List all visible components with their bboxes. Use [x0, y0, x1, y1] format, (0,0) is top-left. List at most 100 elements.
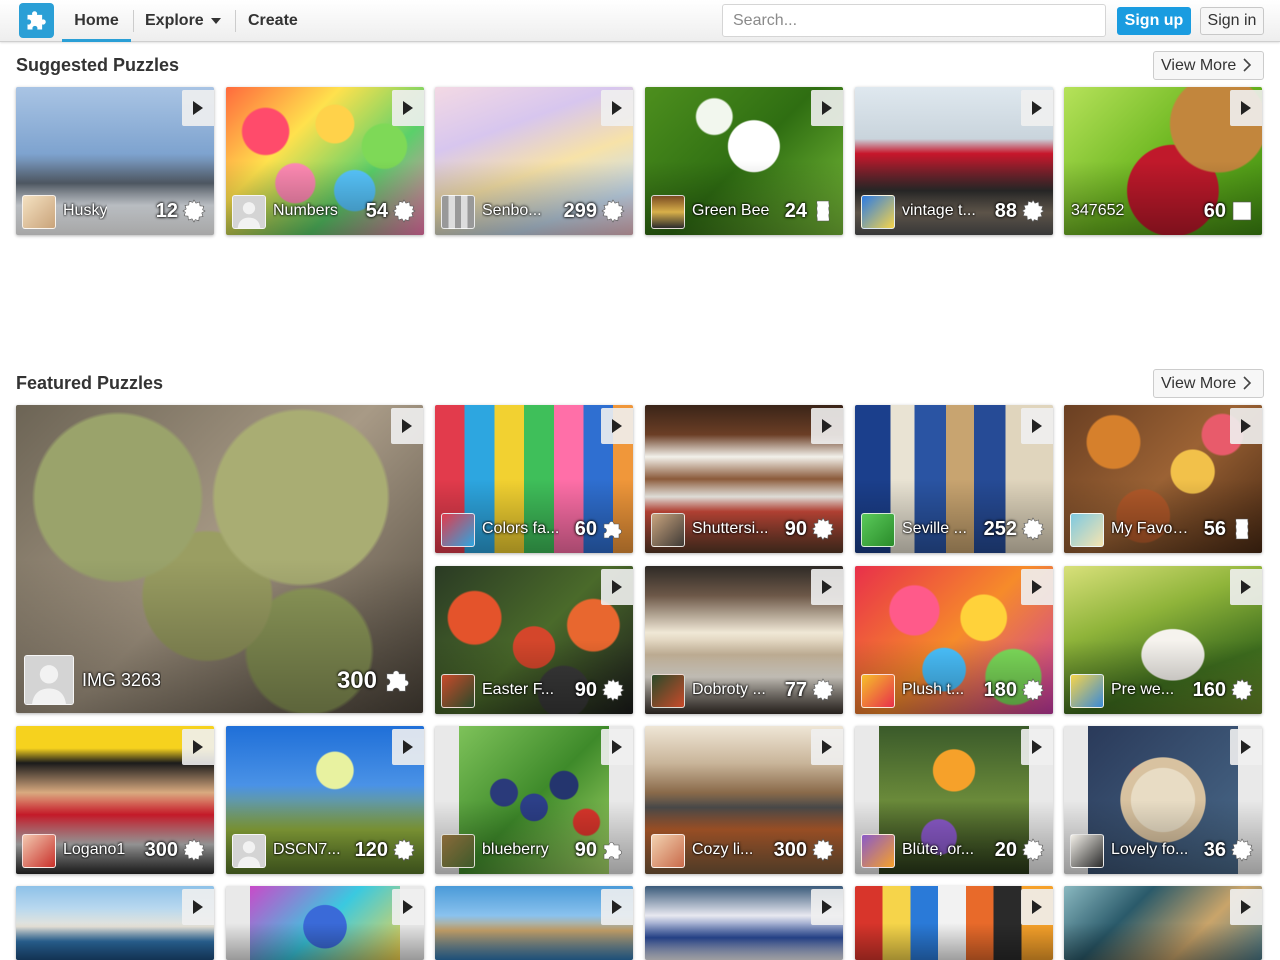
nav-home[interactable]: Home: [62, 0, 131, 42]
piece-piece-shape-icon: [601, 838, 625, 862]
tile-shade: [16, 923, 214, 960]
puzzle-title: Seville ...: [902, 520, 967, 537]
play-button[interactable]: [1021, 569, 1053, 605]
puzzle-tile[interactable]: 347652 60: [1064, 87, 1262, 235]
author-avatar[interactable]: [861, 674, 895, 708]
author-avatar[interactable]: [22, 834, 56, 868]
puzzle-tile[interactable]: Cozy li... 300: [645, 726, 843, 874]
puzzle-tile[interactable]: Logano1 300: [16, 726, 214, 874]
piece-count: 90: [574, 839, 597, 861]
play-button[interactable]: [1230, 889, 1262, 925]
author-avatar[interactable]: [1070, 513, 1104, 547]
play-button[interactable]: [392, 90, 424, 126]
play-button[interactable]: [1230, 90, 1262, 126]
puzzle-tile[interactable]: Colors fa... 60: [435, 405, 633, 553]
puzzle-tile[interactable]: [855, 886, 1053, 960]
piece-count: 299: [563, 200, 597, 222]
play-button[interactable]: [601, 889, 633, 925]
tile-shade: [645, 923, 843, 960]
puzzle-tile[interactable]: [16, 886, 214, 960]
nav-create[interactable]: Create: [248, 0, 298, 42]
signin-button[interactable]: Sign in: [1200, 7, 1264, 35]
play-button[interactable]: [1230, 729, 1262, 765]
play-button[interactable]: [392, 729, 424, 765]
author-avatar[interactable]: [861, 513, 895, 547]
signup-button[interactable]: Sign up: [1117, 7, 1191, 35]
tile-shade: [435, 923, 633, 960]
play-button[interactable]: [1230, 408, 1262, 444]
puzzle-tile[interactable]: [226, 886, 424, 960]
play-button[interactable]: [1021, 90, 1053, 126]
puzzle-tile[interactable]: Blüte, or... 20: [855, 726, 1053, 874]
gear-piece-shape-icon: [1230, 678, 1254, 702]
puzzle-tile[interactable]: My Favor... 56: [1064, 405, 1262, 553]
puzzle-tile[interactable]: Green Bee 24: [645, 87, 843, 235]
play-button[interactable]: [601, 569, 633, 605]
play-button[interactable]: [392, 889, 424, 925]
caret-down-icon: [210, 17, 221, 24]
site-logo[interactable]: [19, 3, 54, 38]
puzzle-tile[interactable]: Pre we... 160: [1064, 566, 1262, 714]
puzzle-title: Lovely fo...: [1111, 841, 1189, 858]
author-avatar[interactable]: [232, 834, 266, 868]
piece-count: 60: [574, 518, 597, 540]
play-button[interactable]: [1021, 408, 1053, 444]
play-icon: [822, 740, 832, 754]
nav-separator: [133, 10, 134, 32]
puzzle-tile[interactable]: [645, 886, 843, 960]
play-button[interactable]: [182, 729, 214, 765]
puzzle-tile[interactable]: Numbers 54: [226, 87, 424, 235]
gear-piece-shape-icon: [1021, 517, 1045, 541]
play-button[interactable]: [1230, 569, 1262, 605]
play-button[interactable]: [601, 90, 633, 126]
author-avatar[interactable]: [441, 674, 475, 708]
author-avatar[interactable]: [651, 834, 685, 868]
author-avatar[interactable]: [22, 195, 56, 229]
featured-title: Featured Puzzles: [16, 373, 164, 393]
search-input[interactable]: [722, 4, 1106, 37]
play-button[interactable]: [182, 889, 214, 925]
play-button[interactable]: [1021, 729, 1053, 765]
author-avatar[interactable]: [24, 655, 74, 705]
play-button[interactable]: [811, 569, 843, 605]
author-avatar[interactable]: [441, 195, 475, 229]
author-avatar[interactable]: [861, 834, 895, 868]
play-button[interactable]: [811, 90, 843, 126]
puzzle-tile[interactable]: Easter F... 90: [435, 566, 633, 714]
puzzle-tile[interactable]: Senbo... 299: [435, 87, 633, 235]
author-avatar[interactable]: [441, 513, 475, 547]
puzzle-tile[interactable]: [435, 886, 633, 960]
puzzle-tile[interactable]: blueberry 90: [435, 726, 633, 874]
puzzle-tile[interactable]: DSCN7... 120: [226, 726, 424, 874]
play-button[interactable]: [1021, 889, 1053, 925]
play-button[interactable]: [601, 408, 633, 444]
play-icon: [612, 740, 622, 754]
puzzle-tile[interactable]: Lovely fo... 36: [1064, 726, 1262, 874]
play-button[interactable]: [601, 729, 633, 765]
author-avatar[interactable]: [1070, 674, 1104, 708]
author-avatar[interactable]: [232, 195, 266, 229]
play-button[interactable]: [811, 889, 843, 925]
play-button[interactable]: [811, 408, 843, 444]
suggested-view-more-button[interactable]: View More: [1153, 51, 1264, 80]
author-avatar[interactable]: [441, 834, 475, 868]
nav-explore[interactable]: Explore: [145, 0, 221, 42]
author-avatar[interactable]: [651, 513, 685, 547]
puzzle-tile[interactable]: IMG 3263 300: [16, 405, 423, 713]
author-avatar[interactable]: [651, 674, 685, 708]
puzzle-tile[interactable]: Dobroty ... 77: [645, 566, 843, 714]
puzzle-tile[interactable]: Seville ... 252: [855, 405, 1053, 553]
puzzle-tile[interactable]: Husky 12: [16, 87, 214, 235]
author-avatar[interactable]: [861, 195, 895, 229]
puzzle-tile[interactable]: vintage t... 88: [855, 87, 1053, 235]
puzzle-tile[interactable]: Shuttersi... 90: [645, 405, 843, 553]
play-button[interactable]: [811, 729, 843, 765]
play-button[interactable]: [391, 408, 423, 444]
play-icon: [403, 101, 413, 115]
play-button[interactable]: [182, 90, 214, 126]
featured-view-more-button[interactable]: View More: [1153, 369, 1264, 398]
author-avatar[interactable]: [651, 195, 685, 229]
author-avatar[interactable]: [1070, 834, 1104, 868]
puzzle-tile[interactable]: [1064, 886, 1262, 960]
puzzle-tile[interactable]: Plush t... 180: [855, 566, 1053, 714]
